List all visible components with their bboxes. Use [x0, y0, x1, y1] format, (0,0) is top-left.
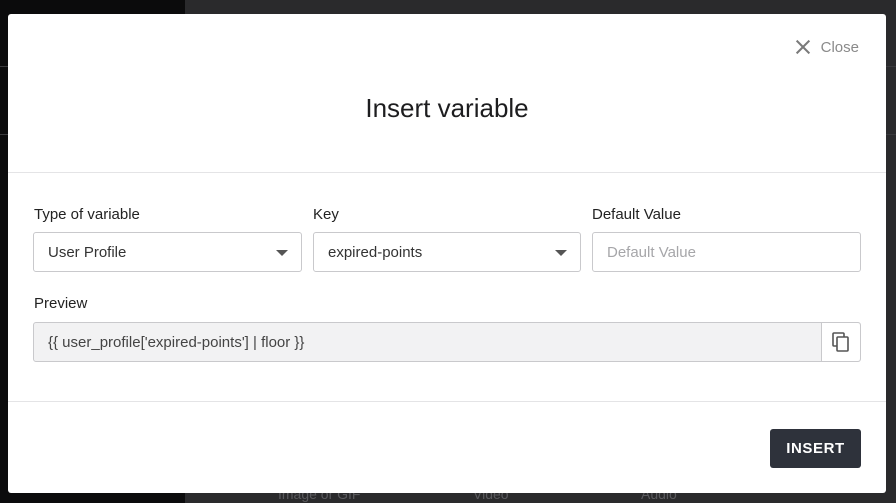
type-of-variable-select[interactable]: User Profile [33, 232, 302, 272]
insert-variable-modal: Close Insert variable Type of variable U… [8, 14, 886, 493]
insert-button[interactable]: INSERT [770, 429, 861, 468]
key-value: expired-points [328, 243, 423, 261]
caret-down-icon [555, 250, 567, 256]
preview-code: {{ user_profile['expired-points'] | floo… [48, 333, 305, 351]
header-divider [8, 172, 886, 173]
copy-icon [832, 332, 849, 352]
type-of-variable-label: Type of variable [34, 206, 140, 223]
close-icon [794, 38, 812, 56]
default-value-label: Default Value [592, 206, 681, 223]
caret-down-icon [276, 250, 288, 256]
footer-divider [8, 401, 886, 402]
key-label: Key [313, 206, 339, 223]
key-select[interactable]: expired-points [313, 232, 581, 272]
close-button[interactable]: Close [794, 38, 859, 56]
copy-button[interactable] [821, 323, 860, 361]
preview-field: {{ user_profile['expired-points'] | floo… [33, 322, 861, 362]
close-label: Close [820, 38, 859, 56]
modal-title: Insert variable [365, 93, 529, 123]
default-value-field[interactable] [592, 232, 861, 272]
default-value-input[interactable] [607, 243, 860, 261]
type-of-variable-value: User Profile [48, 243, 127, 261]
preview-label: Preview [34, 295, 88, 312]
